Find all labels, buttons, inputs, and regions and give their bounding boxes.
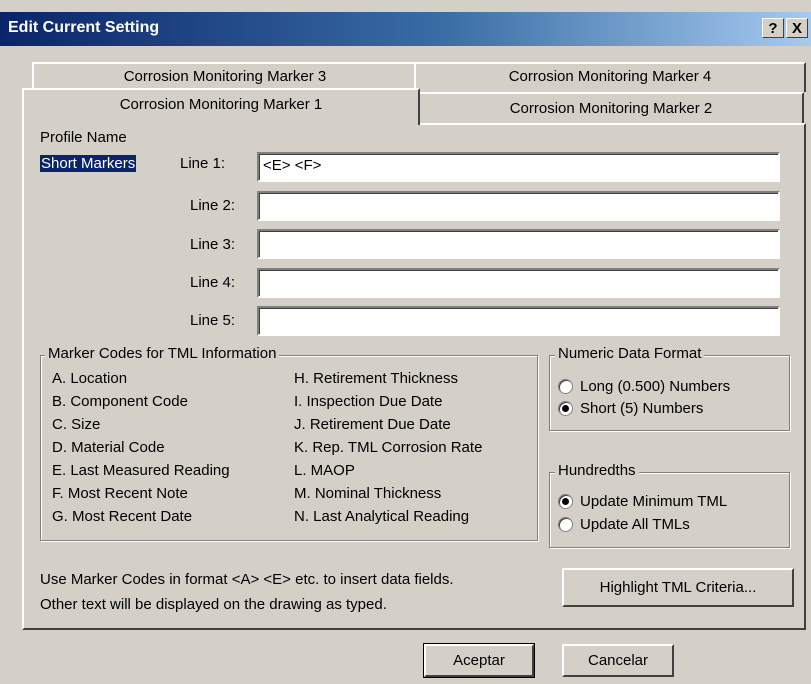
update-all-option[interactable]: Update All TMLs — [558, 514, 786, 534]
close-button[interactable]: X — [786, 18, 808, 38]
marker-code-k: K. Rep. TML Corrosion Rate — [294, 439, 483, 456]
update-all-radio[interactable] — [558, 517, 573, 532]
line-4-label: Line 4: — [190, 274, 236, 291]
long-numbers-label: Long (0.500) Numbers — [580, 378, 731, 395]
highlight-tml-criteria-button[interactable]: Highlight TML Criteria... — [562, 568, 794, 607]
marker-code-f: F. Most Recent Note — [52, 485, 188, 502]
marker-code-j: J. Retirement Due Date — [294, 416, 451, 433]
update-all-label: Update All TMLs — [580, 516, 690, 533]
numeric-format-title: Numeric Data Format — [555, 345, 705, 362]
update-minimum-option[interactable]: Update Minimum TML — [558, 491, 786, 511]
title-bar[interactable]: Edit Current Setting ? X — [0, 12, 811, 46]
tab-marker-2[interactable]: Corrosion Monitoring Marker 2 — [418, 92, 804, 123]
line-1-input[interactable]: <E> <F> — [257, 152, 780, 182]
marker-code-a: A. Location — [52, 370, 128, 387]
tab-marker-4[interactable]: Corrosion Monitoring Marker 4 — [414, 62, 806, 92]
short-numbers-option[interactable]: Short (5) Numbers — [558, 398, 786, 418]
line-1-label: Line 1: — [180, 155, 226, 172]
hundredths-title: Hundredths — [555, 462, 639, 479]
short-numbers-radio[interactable] — [558, 401, 573, 416]
marker-code-g: G. Most Recent Date — [52, 508, 193, 525]
edit-setting-dialog: Edit Current Setting ? X Corrosion Monit… — [0, 0, 811, 684]
marker-code-l: L. MAOP — [294, 462, 355, 479]
help-button[interactable]: ? — [762, 18, 784, 38]
line-5-label: Line 5: — [190, 312, 236, 329]
marker-code-e: E. Last Measured Reading — [52, 462, 230, 479]
marker-code-c: C. Size — [52, 416, 101, 433]
profile-name-label: Profile Name — [40, 129, 127, 146]
marker-code-h: H. Retirement Thickness — [294, 370, 458, 387]
marker-code-m: M. Nominal Thickness — [294, 485, 442, 502]
profile-name-value: Short Markers — [40, 155, 137, 172]
help-text-line-2: Other text will be displayed on the draw… — [40, 596, 387, 613]
long-numbers-option[interactable]: Long (0.500) Numbers — [558, 376, 786, 396]
line-2-input[interactable] — [257, 191, 780, 221]
cancel-button[interactable]: Cancelar — [562, 644, 674, 677]
line-5-input[interactable] — [257, 306, 780, 336]
long-numbers-radio[interactable] — [558, 379, 573, 394]
marker-code-b: B. Component Code — [52, 393, 188, 410]
line-2-label: Line 2: — [190, 197, 236, 214]
line-4-input[interactable] — [257, 268, 780, 298]
marker-code-i: I. Inspection Due Date — [294, 393, 443, 410]
marker-codes-title: Marker Codes for TML Information — [45, 345, 280, 362]
hundredths-group: Hundredths Update Minimum TML Update All… — [549, 462, 790, 548]
update-minimum-radio[interactable] — [558, 494, 573, 509]
line-3-input[interactable] — [257, 229, 780, 259]
ok-button[interactable]: Aceptar — [423, 643, 535, 678]
help-text-line-1: Use Marker Codes in format <A> <E> etc. … — [40, 571, 454, 588]
marker-code-n: N. Last Analytical Reading — [294, 508, 470, 525]
profile-name-field[interactable]: Short Markers — [40, 153, 137, 175]
short-numbers-label: Short (5) Numbers — [580, 400, 704, 417]
window-title: Edit Current Setting — [8, 19, 160, 36]
numeric-format-group: Numeric Data Format Long (0.500) Numbers… — [549, 345, 790, 431]
tab-marker-1[interactable]: Corrosion Monitoring Marker 1 — [22, 88, 420, 125]
marker-codes-group: Marker Codes for TML Information A. Loca… — [40, 345, 538, 541]
tab-panel: Profile Name Short Markers Line 1: <E> <… — [22, 123, 806, 630]
update-minimum-label: Update Minimum TML — [580, 493, 728, 510]
line-3-label: Line 3: — [190, 236, 236, 253]
marker-code-d: D. Material Code — [52, 439, 165, 456]
